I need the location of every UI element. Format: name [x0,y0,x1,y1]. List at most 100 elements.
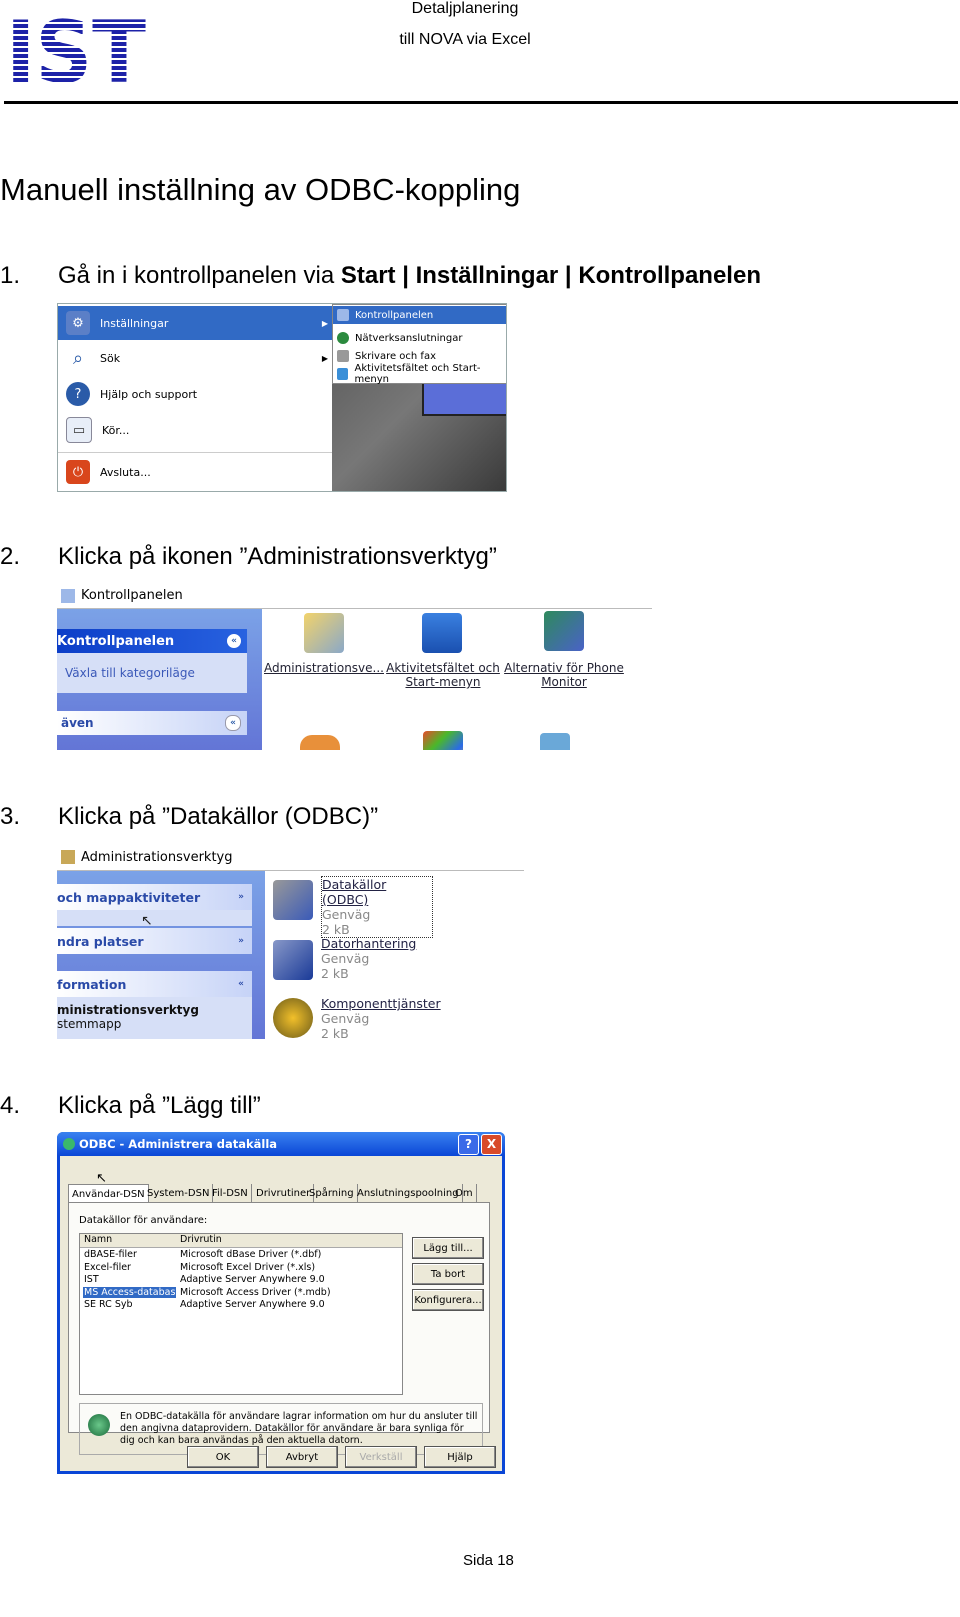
close-button[interactable]: X [481,1133,502,1155]
dialog-title: ODBC - Administrera datakälla [79,1137,278,1151]
task-pane-header[interactable]: Kontrollpanelen « [57,629,247,653]
submenu-label: Aktivitetsfältet och Start-menyn [354,363,481,385]
file-type: Genväg [321,951,370,966]
windows-update-icon[interactable] [423,731,463,750]
submenu-item-kontrollpanelen[interactable]: Kontrollpanelen [333,306,506,324]
submenu-item-natverk[interactable]: Nätverksanslutningar [333,329,506,347]
column-header-drivrutin[interactable]: Drivrutin [180,1234,222,1245]
display-icon[interactable] [540,733,570,750]
step-number: 4. [0,1092,21,1119]
menu-item-label: Avsluta... [100,465,151,479]
step-number: 2. [0,543,21,570]
component-services-icon[interactable] [273,998,313,1038]
header-subtitle: till NOVA via Excel [399,31,531,48]
tab-fil-dsn[interactable]: Fil-DSN [209,1184,252,1202]
menu-item-kor[interactable]: ▭ Kör... [58,413,332,447]
step-text: Klicka på ”Datakällor (ODBC)” [58,803,379,830]
table-row[interactable]: IST Adaptive Server Anywhere 9.0 [80,1274,402,1286]
tab-sparning[interactable]: Spårning [306,1184,358,1202]
cell-drivrutin: Microsoft dBase Driver (*.dbf) [180,1249,322,1260]
icon-label-phone-monitor[interactable]: Alternativ för Phone Monitor [503,661,625,689]
menu-item-avsluta[interactable]: ⏻ Avsluta... [58,455,332,489]
info-text: En ODBC-datakälla för användare lagrar i… [120,1411,478,1446]
table-row[interactable]: SE RC Syb Adaptive Server Anywhere 9.0 [80,1299,402,1311]
ist-logo: IST [6,3,146,103]
category-view-link[interactable]: Växla till kategoriläge [65,666,195,680]
configure-button[interactable]: Konfigurera... [412,1289,484,1311]
table-row[interactable]: MS Access-databas Microsoft Access Driver… [80,1286,402,1299]
admin-tools-icon[interactable] [304,613,344,653]
users-icon[interactable] [300,735,340,750]
ok-button[interactable]: OK [187,1446,259,1468]
file-item-datorhantering[interactable]: Datorhantering Genväg 2 kB [321,936,451,981]
menu-item-hjalp[interactable]: ? Hjälp och support [58,377,332,411]
file-item-komponenttjanster[interactable]: Komponenttjänster Genväg 2 kB [321,996,461,1039]
collapse-icon[interactable]: « [227,634,241,648]
see-also-header[interactable]: även « [57,711,247,735]
help-button[interactable]: Hjälp [424,1446,496,1468]
step-number: 1. [0,262,21,289]
apply-button[interactable]: Verkställ [345,1446,417,1468]
menu-item-sok[interactable]: ⌕ Sök ▶ [58,341,332,375]
file-item-datakallor[interactable]: Datakällor (ODBC) Genväg 2 kB [321,876,433,938]
help-icon: ? [66,382,90,406]
tab-system-dsn[interactable]: System-DSN [144,1184,214,1202]
remove-button[interactable]: Ta bort [412,1263,484,1285]
column-header-namn[interactable]: Namn [84,1234,112,1245]
submenu-item-aktivitetsfaltet[interactable]: Aktivitetsfältet och Start-menyn [333,363,506,385]
tab-om[interactable]: Om [452,1184,477,1202]
settings-icon: ⚙ [66,311,90,335]
step-text: Gå in i kontrollpanelen via Start | Inst… [58,262,761,290]
task-pane-section[interactable]: och mappaktiviteter » [57,884,252,910]
task-pane-section[interactable]: formation « [57,971,252,997]
dialog-body: Användar-DSN System-DSN Fil-DSN Drivruti… [60,1156,502,1471]
details-panel: ministrationsverktyg stemmapp [57,997,252,1039]
cell-drivrutin: Adaptive Server Anywhere 9.0 [180,1299,325,1310]
tab-anslutningspoolning[interactable]: Anslutningspoolning [354,1184,463,1202]
group-label: Datakällor för användare: [79,1215,208,1226]
table-row[interactable]: dBASE-filer Microsoft dBase Driver (*.dbf… [80,1249,402,1261]
file-size: 2 kB [321,966,349,981]
add-button[interactable]: Lägg till... [412,1237,484,1259]
taskbar-icon [337,368,349,380]
task-pane-section[interactable]: ndra platser » [57,928,252,954]
section-title: formation [57,976,127,992]
dsn-listview[interactable]: Namn Drivrutin dBASE-filer Microsoft dBas… [79,1233,403,1395]
collapse-icon[interactable]: « [238,979,244,989]
window-title: Administrationsverktyg [81,849,233,865]
expand-icon[interactable]: » [238,892,244,902]
computer-management-icon[interactable] [273,940,313,980]
page-number: Sida 18 [463,1552,514,1569]
step-3: 3. Klicka på ”Datakällor (ODBC)” [0,803,900,833]
collapse-icon[interactable]: « [225,715,241,731]
desktop-window-decoration [422,382,506,416]
phone-monitor-icon[interactable] [544,611,584,651]
help-button[interactable]: ? [458,1133,479,1155]
file-type: Genväg [321,1011,370,1026]
svg-text:IST: IST [6,12,146,84]
mouse-cursor-icon: ↖ [141,913,153,929]
cell-drivrutin: Microsoft Access Driver (*.mdb) [180,1286,331,1298]
table-row[interactable]: Excel-filer Microsoft Excel Driver (*.xls… [80,1262,402,1274]
icon-label-aktivitetsfaltet[interactable]: Aktivitetsfältet och Start-menyn [384,661,502,689]
submenu-panel: Kontrollpanelen Nätverksanslutningar Skr… [332,304,506,385]
tab-anvandar-dsn[interactable]: Användar-DSN [68,1184,149,1203]
icon-label-administrationsverktyg[interactable]: Administrationsve... [264,661,384,675]
cell-namn: IST [84,1274,99,1285]
submenu-label: Skrivare och fax [355,350,436,362]
admintools-screenshot: Administrationsverktyg och mappaktivitet… [57,844,524,1039]
cancel-button[interactable]: Avbryt [266,1446,338,1468]
odbc-icon [63,1138,75,1150]
menu-item-installningar[interactable]: ⚙ Inställningar ▶ [58,306,332,340]
section-title: ndra platser [57,933,144,949]
cell-drivrutin: Microsoft Excel Driver (*.xls) [180,1261,316,1273]
startmenu-screenshot: ⚙ Inställningar ▶ ⌕ Sök ▶ ? Hjälp och su… [57,303,507,492]
file-name: Datorhantering [321,936,417,951]
printer-icon [337,350,349,362]
odbc-icon[interactable] [273,880,313,920]
globe-icon [88,1414,110,1436]
search-icon: ⌕ [66,346,90,370]
taskbar-start-icon[interactable] [422,613,462,653]
expand-icon[interactable]: » [238,936,244,946]
